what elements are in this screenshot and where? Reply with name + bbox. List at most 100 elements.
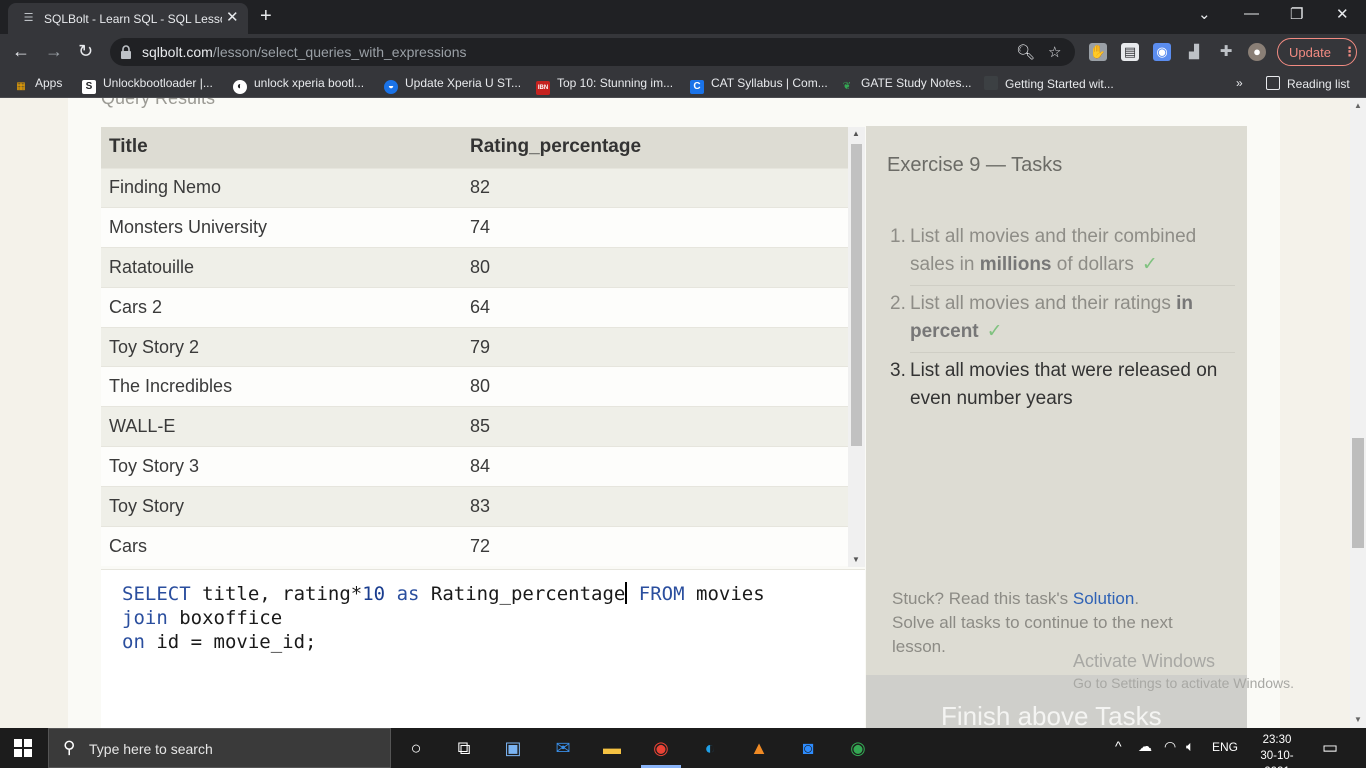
- bookmark-getting-started[interactable]: Getting Started wit...: [984, 76, 1114, 91]
- vlc-icon[interactable]: ▲: [746, 736, 772, 760]
- taskbar-search[interactable]: ⚲ Type here to search: [48, 728, 391, 768]
- help-text: Stuck? Read this task's Solution. Solve …: [892, 589, 1173, 656]
- extension-camera-icon[interactable]: ◉: [1153, 43, 1171, 61]
- bookmark-star-icon[interactable]: ☆: [1048, 43, 1061, 61]
- cell-title: Cars 2: [101, 286, 462, 328]
- taskbar-clock[interactable]: 23:30 30-10-2021: [1252, 732, 1302, 768]
- browser-toolbar: ← → ↻ sqlbolt.com/lesson/select_queries_…: [0, 34, 1366, 70]
- bookmarks-overflow[interactable]: »: [1236, 76, 1243, 90]
- address-bar[interactable]: sqlbolt.com/lesson/select_queries_with_e…: [110, 38, 1075, 66]
- bookmark-cat-syllabus[interactable]: C CAT Syllabus | Com...: [690, 76, 828, 94]
- edge-icon[interactable]: ◐: [697, 736, 723, 760]
- xda-icon: ◒: [384, 80, 398, 94]
- scroll-up-icon[interactable]: ▲: [852, 129, 860, 138]
- browser-tab[interactable]: ☰ SQLBolt - Learn SQL - SQL Lesson ✕: [8, 3, 248, 34]
- scroll-up-icon[interactable]: ▲: [1354, 101, 1362, 110]
- cell-title: Finding Nemo: [101, 167, 462, 208]
- cell-title: The Incredibles: [101, 366, 462, 407]
- extension-doc-icon[interactable]: ▤: [1121, 43, 1139, 61]
- cell-rating-percentage: 74: [462, 207, 848, 248]
- apps-grid-icon: ▦: [16, 81, 26, 92]
- cell-title: Toy Story: [101, 485, 462, 527]
- cortana-icon[interactable]: ○: [403, 736, 429, 760]
- bookmark-unlockbootloader[interactable]: S Unlockbootloader |...: [82, 76, 213, 94]
- solution-link[interactable]: Solution: [1073, 589, 1134, 608]
- reading-list-icon: [1266, 76, 1280, 90]
- task-view-icon[interactable]: ⧉: [451, 736, 477, 760]
- s-logo-icon: S: [82, 80, 96, 94]
- zoom-app-icon[interactable]: ◙: [795, 736, 821, 760]
- windows-start-icon[interactable]: [14, 739, 32, 757]
- database-icon: ☰: [23, 12, 34, 24]
- tab-search-icon[interactable]: ⌄: [1198, 5, 1211, 23]
- back-icon[interactable]: ←: [12, 40, 30, 62]
- extensions-puzzle-icon[interactable]: ✚: [1217, 43, 1235, 61]
- exercise-title: Exercise 9 — Tasks: [887, 154, 1063, 176]
- scroll-down-icon[interactable]: ▼: [1354, 715, 1362, 724]
- restore-icon[interactable]: ❐: [1290, 5, 1303, 23]
- onedrive-icon[interactable]: ☁: [1138, 738, 1152, 755]
- reading-list-button[interactable]: Reading list: [1266, 76, 1350, 91]
- cell-title: WALL-E: [101, 406, 462, 447]
- update-button[interactable]: Update ⋮: [1277, 38, 1357, 66]
- table-row: Cars 72: [101, 525, 848, 566]
- cell-title: Monsters University: [101, 207, 462, 248]
- sql-editor[interactable]: SELECT title, rating*10 as Rating_percen…: [101, 569, 865, 728]
- extension-chart-icon[interactable]: ▟: [1185, 43, 1203, 61]
- zoom-icon[interactable]: 🔍︎: [1016, 43, 1035, 61]
- chrome-profile-icon[interactable]: ◉: [845, 736, 871, 760]
- bookmarks-bar: ▦ Apps S Unlockbootloader |... ◐ unlock xpe…: [0, 70, 1366, 98]
- page-scrollbar[interactable]: ▲ ▼: [1350, 98, 1366, 728]
- column-header-rating-percentage: Rating_percentage: [462, 127, 848, 168]
- notification-center-icon[interactable]: ▭: [1322, 738, 1338, 758]
- window-close-icon[interactable]: ✕: [1336, 5, 1349, 23]
- cell-title: Toy Story 2: [101, 326, 462, 367]
- forward-icon[interactable]: →: [45, 40, 63, 62]
- table-row: Cars 2 64: [101, 286, 848, 328]
- bookmark-gate-notes[interactable]: ❦ GATE Study Notes...: [840, 76, 972, 94]
- scroll-down-icon[interactable]: ▼: [852, 555, 860, 564]
- language-indicator[interactable]: ENG: [1212, 740, 1238, 754]
- bookmark-update-xperia[interactable]: ◒ Update Xperia U ST...: [384, 76, 521, 94]
- query-results-heading: Query Results: [101, 98, 216, 108]
- table-row: Toy Story 2 79: [101, 326, 848, 367]
- mail-icon[interactable]: ✉: [550, 736, 576, 760]
- bookmark-unlock-xperia[interactable]: ◐ unlock xperia bootl...: [233, 76, 364, 94]
- cell-rating-percentage: 80: [462, 247, 848, 288]
- menu-dots-icon: ⋮: [1343, 44, 1356, 59]
- results-scrollbar[interactable]: ▲ ▼: [848, 127, 865, 567]
- windows-taskbar: ⚲ Type here to search ○ ⧉ ▣ ✉ ▬ ◉ ◐ ▲ ◙ …: [0, 728, 1366, 768]
- new-tab-icon[interactable]: +: [260, 6, 272, 26]
- c-logo-icon: C: [690, 80, 704, 94]
- cell-rating-percentage: 80: [462, 366, 848, 407]
- table-row: Finding Nemo 82: [101, 167, 848, 208]
- minimize-icon[interactable]: —: [1244, 5, 1259, 22]
- ibn-icon: IBN: [536, 81, 550, 95]
- profile-avatar-icon[interactable]: ●: [1248, 43, 1266, 61]
- table-row: Ratatouille 80: [101, 247, 848, 288]
- bookmark-apps[interactable]: ▦ Apps: [14, 76, 62, 94]
- page-viewport: Query Results Title Rating_percentage Fi…: [0, 98, 1350, 728]
- file-explorer-icon[interactable]: ▬: [599, 736, 625, 760]
- page-scroll-thumb[interactable]: [1352, 438, 1364, 548]
- query-results-table: Title Rating_percentage Finding Nemo 82 Mo…: [101, 127, 848, 566]
- tab-title: SQLBolt - Learn SQL - SQL Lesson: [44, 12, 222, 26]
- volume-icon[interactable]: 🔈︎: [1186, 738, 1194, 755]
- blank-icon: [984, 76, 998, 90]
- activate-windows-watermark: Activate Windows Go to Settings to activ…: [1073, 651, 1294, 691]
- results-scroll-thumb[interactable]: [851, 144, 862, 446]
- wifi-icon[interactable]: ◠: [1164, 738, 1176, 755]
- cell-rating-percentage: 72: [462, 525, 848, 566]
- chrome-icon[interactable]: ◉: [648, 736, 674, 760]
- lock-icon: [121, 45, 131, 59]
- cell-rating-percentage: 85: [462, 406, 848, 447]
- table-row: Monsters University 74: [101, 207, 848, 248]
- cell-rating-percentage: 84: [462, 446, 848, 487]
- cell-rating-percentage: 82: [462, 167, 848, 208]
- store-icon[interactable]: ▣: [500, 736, 526, 760]
- close-icon[interactable]: ✕: [226, 10, 239, 26]
- reload-icon[interactable]: ↻: [78, 40, 93, 62]
- extension-hand-icon[interactable]: ✋: [1089, 43, 1107, 61]
- bookmark-top-10[interactable]: IBN Top 10: Stunning im...: [536, 76, 673, 95]
- tray-overflow-icon[interactable]: ^: [1115, 738, 1122, 754]
